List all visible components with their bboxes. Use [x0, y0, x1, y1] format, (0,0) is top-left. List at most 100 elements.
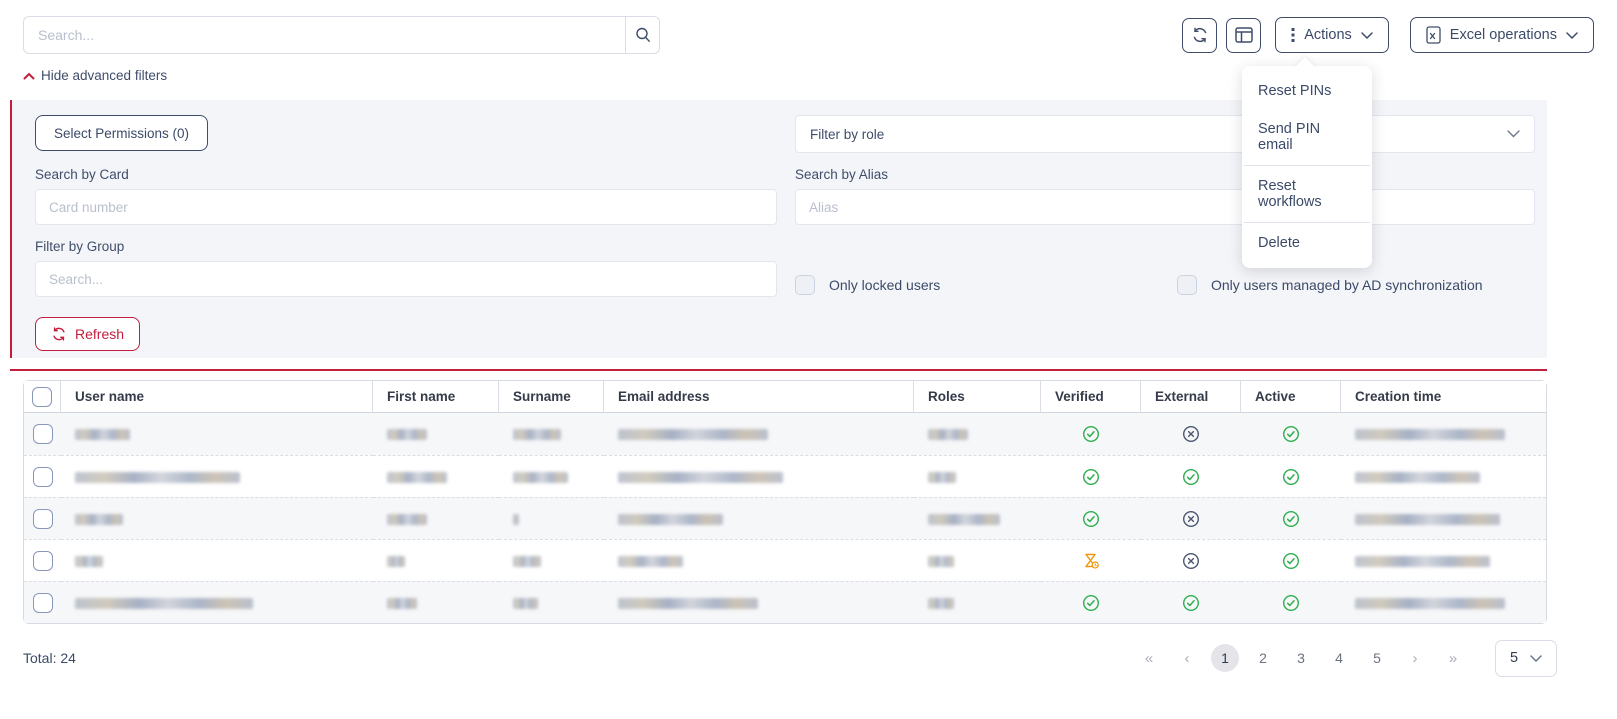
verified-check-icon — [1182, 468, 1200, 486]
toolbar-actions: Actions Excel operations — [1182, 17, 1594, 53]
checkbox-icon — [795, 275, 815, 295]
verified-check-icon — [1182, 594, 1200, 612]
verified-check-icon — [1282, 594, 1300, 612]
redacted-creation-time — [1355, 514, 1500, 525]
redacted-surname — [513, 598, 538, 609]
table-row[interactable] — [24, 539, 1546, 581]
card-number-input[interactable] — [35, 189, 777, 225]
row-checkbox[interactable] — [33, 467, 53, 487]
redacted-roles — [928, 514, 1000, 525]
redacted-creation-time — [1355, 472, 1480, 483]
user-management-page: Actions Excel operations — [0, 0, 1617, 719]
redacted-surname — [513, 429, 561, 440]
col-header-creation-time: Creation time — [1341, 381, 1546, 413]
row-checkbox[interactable] — [33, 509, 53, 529]
table-row[interactable] — [24, 581, 1546, 623]
redacted-email — [618, 429, 768, 440]
prev-page-button[interactable]: ‹ — [1173, 644, 1201, 672]
ad-checkbox-label: Only users managed by AD synchronization — [1211, 277, 1483, 293]
col-header-active: Active — [1241, 381, 1341, 413]
refresh-filters-button[interactable]: Refresh — [35, 317, 140, 351]
select-all-checkbox[interactable] — [32, 387, 52, 407]
next-page-button[interactable]: › — [1401, 644, 1429, 672]
filters-bottom-divider — [10, 369, 1547, 371]
redacted-first-name — [387, 429, 427, 440]
redacted-roles — [928, 429, 968, 440]
actions-dropdown-button[interactable]: Actions — [1275, 17, 1389, 53]
table-header-row: User name First name Surname Email addre… — [24, 381, 1546, 413]
col-header-external: External — [1141, 381, 1241, 413]
refresh-button-label: Refresh — [75, 326, 124, 342]
chevron-down-icon — [1566, 32, 1578, 39]
redacted-creation-time — [1355, 556, 1490, 567]
table-body — [24, 413, 1546, 623]
redacted-roles — [928, 472, 956, 483]
col-header-user-name: User name — [61, 381, 373, 413]
refresh-table-button[interactable] — [1182, 18, 1217, 53]
excel-operations-button[interactable]: Excel operations — [1410, 17, 1594, 53]
ad-sync-checkbox[interactable]: Only users managed by AD synchronization — [1177, 275, 1483, 295]
verified-check-icon — [1082, 468, 1100, 486]
redacted-surname — [513, 556, 541, 567]
caret-up-icon — [23, 72, 35, 80]
verified-check-icon — [1282, 510, 1300, 528]
page-numbers: 12345 — [1211, 644, 1391, 672]
verified-check-icon — [1282, 425, 1300, 443]
redacted-creation-time — [1355, 598, 1505, 609]
col-header-roles: Roles — [914, 381, 1041, 413]
page-button-2[interactable]: 2 — [1249, 644, 1277, 672]
total-count: Total: 24 — [23, 650, 76, 666]
row-checkbox[interactable] — [33, 593, 53, 613]
columns-settings-button[interactable] — [1226, 18, 1261, 53]
filters-toggle-label: Hide advanced filters — [41, 68, 167, 83]
page-button-5[interactable]: 5 — [1363, 644, 1391, 672]
last-page-button[interactable]: » — [1439, 644, 1467, 672]
search-button[interactable] — [625, 16, 660, 54]
chevron-down-icon — [1530, 655, 1542, 662]
toolbar: Actions Excel operations — [23, 16, 1594, 54]
table-row[interactable] — [24, 497, 1546, 539]
table-row[interactable] — [24, 413, 1546, 455]
role-select-value: Filter by role — [810, 127, 884, 142]
cross-circle-icon — [1182, 510, 1200, 528]
select-permissions-button[interactable]: Select Permissions (0) — [35, 115, 208, 151]
search-icon — [634, 26, 652, 44]
kebab-icon — [1291, 28, 1295, 42]
chevron-down-icon — [1361, 32, 1373, 39]
row-checkbox[interactable] — [33, 424, 53, 444]
pagination: « ‹ 12345 › » 5 — [1135, 640, 1557, 677]
first-page-button[interactable]: « — [1135, 644, 1163, 672]
pending-hourglass-icon — [1082, 552, 1100, 570]
search-input[interactable] — [23, 16, 625, 54]
redacted-user-name — [75, 514, 123, 525]
page-button-4[interactable]: 4 — [1325, 644, 1353, 672]
only-locked-users-checkbox[interactable]: Only locked users — [795, 275, 1177, 295]
menu-item-reset-workflows[interactable]: Reset workflows — [1242, 167, 1372, 221]
table-columns-icon — [1235, 27, 1253, 43]
table-row[interactable] — [24, 455, 1546, 497]
search-group — [23, 16, 660, 54]
page-button-3[interactable]: 3 — [1287, 644, 1315, 672]
menu-item-send-pin-email[interactable]: Send PIN email — [1242, 110, 1372, 164]
redacted-email — [618, 556, 683, 567]
page-button-1[interactable]: 1 — [1211, 644, 1239, 672]
users-table-wrap: User name First name Surname Email addre… — [23, 380, 1547, 624]
page-size-select[interactable]: 5 — [1495, 640, 1557, 677]
filter-by-role-select[interactable]: Filter by role — [795, 115, 1535, 153]
verified-check-icon — [1282, 468, 1300, 486]
table-footer: Total: 24 « ‹ 12345 › » 5 — [23, 638, 1557, 678]
menu-divider — [1244, 222, 1370, 223]
cross-circle-icon — [1182, 552, 1200, 570]
row-checkbox[interactable] — [33, 551, 53, 571]
alias-input[interactable] — [795, 189, 1535, 225]
page-size-value: 5 — [1510, 650, 1518, 666]
menu-item-delete[interactable]: Delete — [1242, 224, 1372, 262]
redacted-creation-time — [1355, 429, 1505, 440]
cross-circle-icon — [1182, 425, 1200, 443]
menu-item-reset-pins[interactable]: Reset PINs — [1242, 72, 1372, 110]
group-search-input[interactable] — [35, 261, 777, 297]
excel-button-label: Excel operations — [1450, 27, 1557, 43]
hide-advanced-filters-toggle[interactable]: Hide advanced filters — [23, 68, 167, 83]
excel-file-icon — [1426, 26, 1441, 44]
actions-button-label: Actions — [1304, 27, 1352, 43]
